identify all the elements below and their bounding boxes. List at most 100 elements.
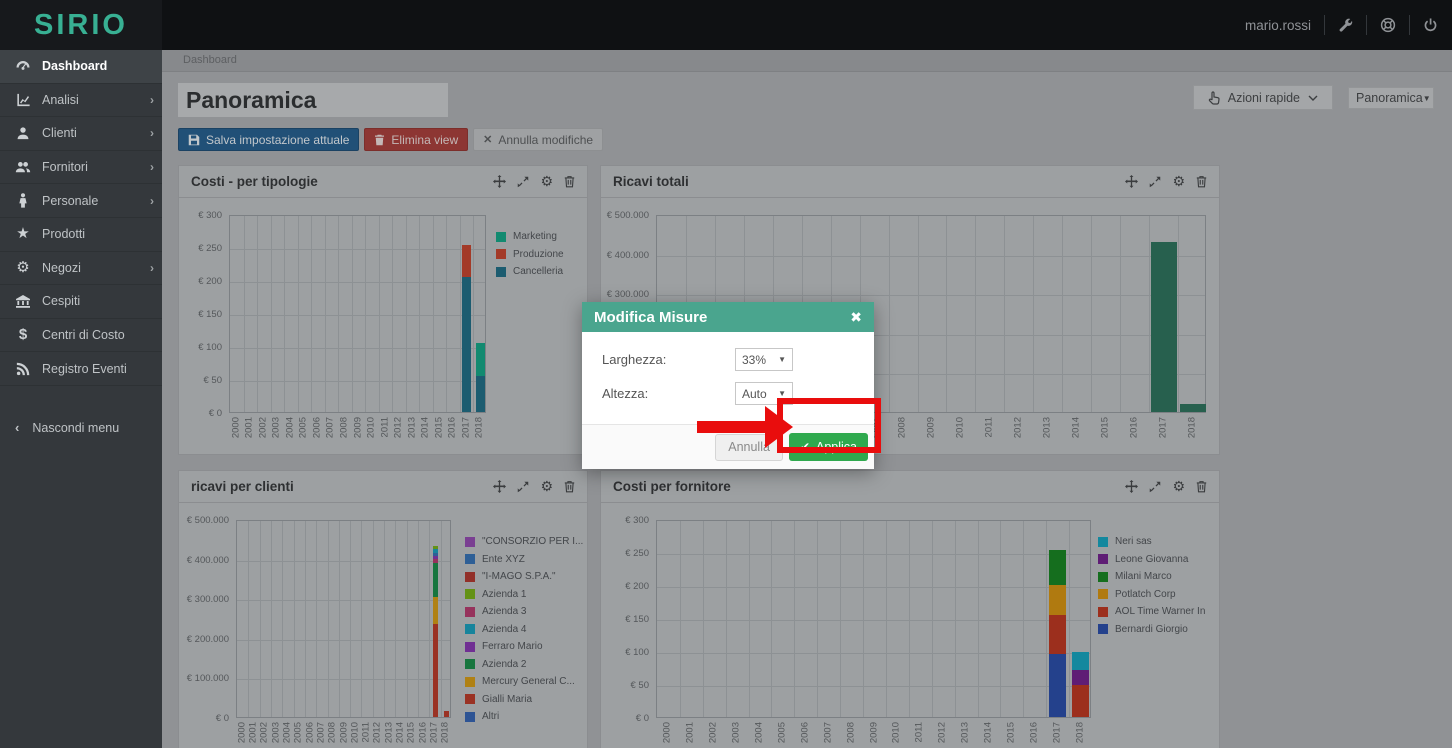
bar-segment — [433, 624, 438, 717]
delete-icon[interactable] — [564, 480, 575, 493]
username[interactable]: mario.rossi — [1245, 18, 1311, 33]
modal-close-icon[interactable]: ✖ — [850, 309, 862, 326]
delete-icon[interactable] — [1196, 175, 1207, 188]
panel-ricavi-clienti: ricavi per clienti ⚙ € 0€ 100.000€ 200.0… — [178, 470, 588, 748]
gridline — [749, 521, 750, 717]
settings-icon[interactable]: ⚙ — [540, 480, 553, 493]
sidebar-item-fornitori[interactable]: Fornitori › — [0, 151, 162, 185]
legend-item[interactable]: Bernardi Giorgio — [1098, 621, 1205, 639]
gridline — [1091, 216, 1092, 412]
sidebar-item-personale[interactable]: Personale› — [0, 184, 162, 218]
collapse-menu-button[interactable]: ‹ Nascondi menu — [0, 411, 162, 445]
bar-segment — [1180, 404, 1206, 412]
gridline — [1033, 216, 1034, 412]
move-icon[interactable] — [1125, 175, 1138, 188]
breadcrumb: Dashboard — [162, 50, 1452, 72]
breadcrumb-dashboard[interactable]: Dashboard — [183, 54, 237, 66]
legend-item[interactable]: "CONSORZIO PER I... — [465, 533, 583, 551]
legend-label: AOL Time Warner In — [1115, 606, 1205, 617]
legend-swatch — [465, 589, 475, 599]
gridline — [384, 521, 385, 717]
settings-icon[interactable]: ⚙ — [540, 175, 553, 188]
x-axis-label: 2011 — [380, 417, 390, 437]
x-axis-label: 2002 — [708, 722, 718, 743]
y-axis-label: € 400.000 — [179, 555, 229, 566]
settings-icon[interactable]: ⚙ — [1172, 480, 1185, 493]
wrench-icon[interactable] — [1338, 18, 1353, 33]
gear-icon: ⚙ — [15, 261, 31, 275]
move-icon[interactable] — [1125, 480, 1138, 493]
legend-item[interactable]: Milani Marco — [1098, 568, 1205, 586]
support-icon[interactable] — [1380, 17, 1396, 33]
legend-item[interactable]: Gialli Maria — [465, 691, 583, 709]
legend-item[interactable]: AOL Time Warner In — [1098, 603, 1205, 621]
x-axis-label: 2016 — [447, 417, 457, 438]
power-icon[interactable] — [1423, 18, 1438, 33]
legend-swatch — [496, 249, 506, 259]
sidebar-item-registro-eventi[interactable]: Registro Eventi — [0, 352, 162, 386]
resize-icon[interactable] — [517, 481, 529, 493]
x-axis-label: 2008 — [897, 417, 907, 438]
gridline — [373, 521, 374, 717]
legend-item[interactable]: "I-MAGO S.P.A." — [465, 568, 583, 586]
legend-item[interactable]: Azienda 3 — [465, 603, 583, 621]
legend-item[interactable]: Ferraro Mario — [465, 638, 583, 656]
resize-icon[interactable] — [517, 176, 529, 188]
legend-item[interactable]: Ente XYZ — [465, 551, 583, 569]
gridline — [840, 521, 841, 717]
undo-changes-button[interactable]: ✕ Annulla modifiche — [473, 128, 603, 151]
legend-item[interactable]: Potlatch Corp — [1098, 586, 1205, 604]
legend-item[interactable]: Marketing — [496, 228, 564, 246]
legend-swatch — [465, 642, 475, 652]
move-icon[interactable] — [493, 480, 506, 493]
legend-label: Ferraro Mario — [482, 641, 543, 652]
sidebar-item-label: Fornitori — [42, 160, 88, 174]
page-title-input[interactable]: Panoramica — [178, 83, 448, 117]
quick-actions-button[interactable]: Azioni rapide — [1193, 85, 1333, 110]
legend-item[interactable]: Leone Giovanna — [1098, 551, 1205, 569]
sidebar-item-negozi[interactable]: ⚙Negozi› — [0, 252, 162, 286]
delete-icon[interactable] — [1196, 480, 1207, 493]
chevron-right-icon: › — [150, 160, 154, 174]
chevron-right-icon: › — [150, 261, 154, 275]
gridline — [1004, 216, 1005, 412]
sidebar-item-prodotti[interactable]: ★Prodotti — [0, 218, 162, 252]
legend-item[interactable]: Cancelleria — [496, 263, 564, 281]
view-select[interactable]: Panoramica ▼ — [1348, 87, 1434, 109]
gridline — [932, 521, 933, 717]
legend-item[interactable]: Altri — [465, 708, 583, 726]
sidebar-item-clienti[interactable]: Clienti› — [0, 117, 162, 151]
legend-label: Cancelleria — [513, 266, 563, 277]
legend-item[interactable]: Azienda 4 — [465, 621, 583, 639]
legend-item[interactable]: Azienda 2 — [465, 656, 583, 674]
sidebar-item-centri-di-costo[interactable]: $Centri di Costo — [0, 319, 162, 353]
chart-costi-tipologie: € 0€ 50€ 100€ 150€ 200€ 250€ 30020002001… — [179, 198, 587, 453]
settings-icon[interactable]: ⚙ — [1172, 175, 1185, 188]
sidebar-item-cespiti[interactable]: Cespiti — [0, 285, 162, 319]
x-axis-label: 2013 — [407, 417, 417, 438]
x-axis-label: 2004 — [754, 722, 764, 743]
gridline — [298, 216, 299, 412]
legend-label: Ente XYZ — [482, 554, 525, 565]
larghezza-select[interactable]: 33% ▼ — [735, 348, 793, 371]
resize-icon[interactable] — [1149, 481, 1161, 493]
sidebar-item-dashboard[interactable]: Dashboard — [0, 50, 162, 84]
legend-label: Potlatch Corp — [1115, 589, 1176, 600]
bar-segment — [1049, 585, 1066, 615]
x-axis-label: 2002 — [260, 722, 270, 743]
move-icon[interactable] — [493, 175, 506, 188]
gridline — [918, 216, 919, 412]
legend-swatch — [1098, 572, 1108, 582]
sidebar-item-analisi[interactable]: Analisi› — [0, 84, 162, 118]
delete-icon[interactable] — [564, 175, 575, 188]
chevron-right-icon: › — [150, 93, 154, 107]
delete-view-button[interactable]: Elimina view — [364, 128, 468, 151]
legend-item[interactable]: Mercury General C... — [465, 673, 583, 691]
y-axis-label: € 300 — [601, 515, 649, 526]
legend-item[interactable]: Produzione — [496, 246, 564, 264]
modal-title: Modifica Misure — [594, 309, 707, 326]
legend-item[interactable]: Neri sas — [1098, 533, 1205, 551]
resize-icon[interactable] — [1149, 176, 1161, 188]
legend-item[interactable]: Azienda 1 — [465, 586, 583, 604]
save-settings-button[interactable]: Salva impostazione attuale — [178, 128, 359, 151]
